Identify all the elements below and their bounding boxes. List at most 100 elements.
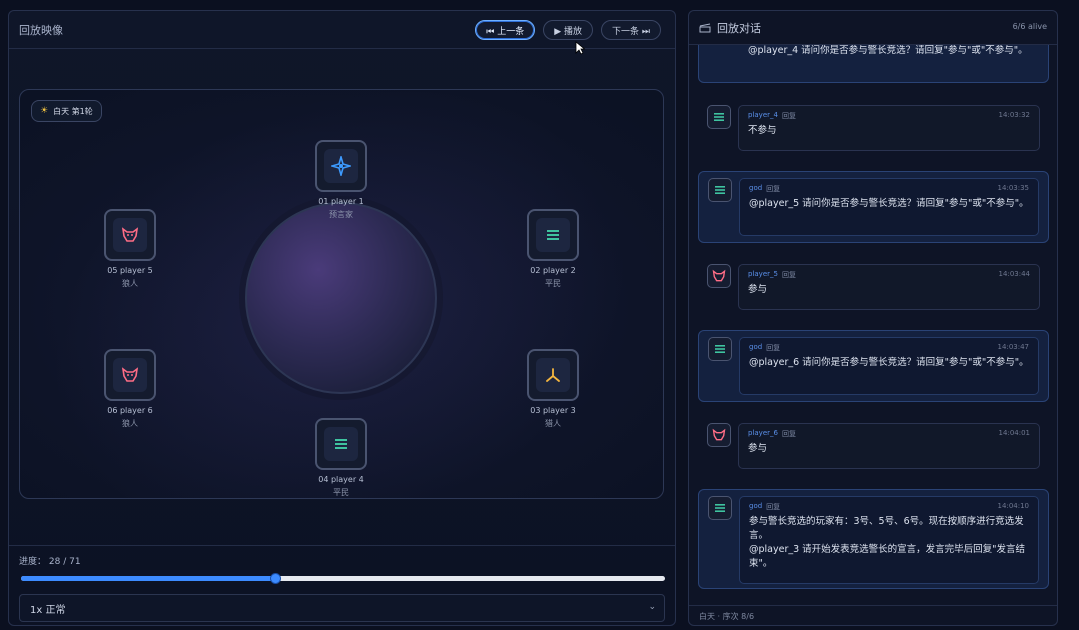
- sun-icon: ☀: [40, 106, 49, 116]
- next-step-button[interactable]: 下一条 ⏭: [601, 20, 661, 40]
- progress-label: 进度：: [19, 557, 47, 567]
- message-text: @player_5 请问你是否参与警长竞选？请回复"参与"或"不参与"。: [749, 198, 1029, 209]
- progress-fill: [21, 576, 275, 581]
- chat-panel: 回放对话 6/6 alive @player_4 请问你是否参与警长竞选？请回复…: [688, 10, 1058, 626]
- message-tag: 回复: [781, 112, 796, 120]
- seat-avatar: [104, 209, 156, 261]
- replay-nav: ⏮ 上一条 ▶ 播放 下一条 ⏭: [475, 20, 661, 40]
- play-button[interactable]: ▶ 播放: [543, 20, 594, 40]
- chat-message-god: @player_4 请问你是否参与警长竞选？请回复"参与"或"不参与"。: [698, 45, 1049, 83]
- message-text: 参与: [748, 284, 768, 295]
- message-text: 参与警长竞选的玩家有：3号、5号、6号。现在按顺序进行竞选发言。 @player…: [749, 516, 1026, 569]
- chat-message-player: player_6 回复 14:04:01 参与: [698, 421, 1049, 471]
- message-text: @player_6 请问你是否参与警长竞选？请回复"参与"或"不参与"。: [749, 357, 1029, 368]
- villager-lines-icon: [547, 230, 559, 240]
- chat-list[interactable]: @player_4 请问你是否参与警长竞选？请回复"参与"或"不参与"。 pla…: [689, 45, 1057, 593]
- avatar: [707, 423, 731, 447]
- replay-header: 回放映像 ⏮ 上一条 ▶ 播放 下一条 ⏭: [9, 11, 675, 55]
- message-meta: god 回复 14:04:10: [749, 502, 1029, 512]
- message-text: 参与: [748, 443, 768, 454]
- avatar: [707, 105, 731, 129]
- seat-name: 06 player 6: [107, 406, 153, 415]
- message-bubble: player_4 回复 14:03:32 不参与: [738, 105, 1040, 151]
- speed-select[interactable]: 1x 正常 ⌄: [19, 594, 665, 622]
- chat-message-god: god 回复 14:03:47 @player_6 请问你是否参与警长竞选？请回…: [698, 330, 1049, 402]
- seat-avatar: [527, 349, 579, 401]
- message-tag: 回复: [766, 344, 781, 352]
- replay-title: 回放映像: [19, 23, 63, 37]
- message-meta: god 回复 14:03:35: [749, 184, 1029, 194]
- message-meta: god 回复 14:03:47: [749, 343, 1029, 353]
- chevron-down-icon: ⌄: [648, 602, 656, 612]
- villager-lines-icon: [715, 504, 725, 512]
- message-sender: player_5: [748, 270, 778, 278]
- message-bubble: player_5 回复 14:03:44 参与: [738, 264, 1040, 310]
- message-meta: player_4 回复 14:03:32: [748, 111, 1030, 121]
- seat-player-4[interactable]: 04 player 4 平民: [291, 418, 391, 498]
- message-time: 14:04:10: [997, 502, 1029, 510]
- avatar: [708, 178, 732, 202]
- seat-role: 预言家: [329, 210, 353, 219]
- message-time: 14:03:47: [997, 343, 1029, 351]
- mouse-cursor-icon: [575, 41, 585, 55]
- wolf-mask-icon: [121, 227, 139, 242]
- chat-footer: 白天 · 序次 8/6: [689, 605, 1057, 625]
- chat-message-player: player_4 回复 14:03:32 不参与: [698, 103, 1049, 153]
- message-meta: player_6 回复 14:04:01: [748, 429, 1030, 439]
- progress-count: 28 / 71: [48, 557, 81, 567]
- chat-header: 回放对话 6/6 alive: [689, 11, 1057, 45]
- seat-role: 平民: [333, 488, 349, 497]
- message-time: 14:03:44: [998, 270, 1030, 278]
- message-sender: player_6: [748, 429, 778, 437]
- seat-name: 01 player 1: [318, 197, 364, 206]
- chat-message-player: player_5 回复 14:03:44 参与: [698, 262, 1049, 312]
- seat-avatar: [104, 349, 156, 401]
- message-bubble: god 回复 14:03:47 @player_6 请问你是否参与警长竞选？请回…: [739, 337, 1039, 395]
- progress-slider[interactable]: [21, 573, 665, 584]
- phase-label: 白天 第1轮: [53, 106, 93, 116]
- seat-role: 狼人: [122, 279, 138, 288]
- seat-player-3[interactable]: 03 player 3 猎人: [503, 349, 603, 429]
- message-tag: 回复: [766, 503, 781, 511]
- seat-role: 平民: [545, 279, 561, 288]
- message-tag: 回复: [781, 430, 796, 438]
- hunter-bow-icon: [546, 368, 560, 382]
- message-time: 14:04:01: [998, 429, 1030, 437]
- message-tag: 回复: [781, 271, 796, 279]
- seat-player-1[interactable]: 01 player 1 预言家: [291, 140, 391, 220]
- compass-star-icon: [331, 156, 351, 176]
- progress-readout: 进度： 28 / 71: [19, 554, 81, 567]
- seat-avatar: [315, 140, 367, 192]
- avatar: [708, 337, 732, 361]
- message-time: 14:03:32: [998, 111, 1030, 119]
- message-sender: player_4: [748, 111, 778, 119]
- villager-lines-icon: [335, 439, 347, 449]
- message-bubble: god 回复 14:03:35 @player_5 请问你是否参与警长竞选？请回…: [739, 178, 1039, 236]
- game-stage: ☀ 白天 第1轮 01 player 1 预言家 02 player 2 平民 …: [19, 89, 664, 499]
- prev-step-button[interactable]: ⏮ 上一条: [475, 20, 536, 40]
- seat-name: 02 player 2: [530, 266, 576, 275]
- seat-name: 03 player 3: [530, 406, 576, 415]
- message-sender: god: [749, 502, 763, 510]
- message-time: 14:03:35: [997, 184, 1029, 192]
- seat-role: 猎人: [545, 419, 561, 428]
- message-meta: player_5 回复 14:03:44: [748, 270, 1030, 280]
- phase-badge: ☀ 白天 第1轮: [31, 100, 102, 122]
- seat-player-5[interactable]: 05 player 5 狼人: [80, 209, 180, 289]
- replay-panel: 回放映像 ⏮ 上一条 ▶ 播放 下一条 ⏭ ☀ 白天 第1轮 01 player…: [8, 10, 676, 626]
- message-text: 不参与: [748, 125, 777, 136]
- villager-lines-icon: [715, 345, 725, 353]
- avatar: [708, 496, 732, 520]
- seat-player-2[interactable]: 02 player 2 平民: [503, 209, 603, 289]
- message-tag: 回复: [766, 185, 781, 193]
- progress-knob[interactable]: [269, 573, 281, 584]
- message-bubble: player_6 回复 14:04:01 参与: [738, 423, 1040, 469]
- seat-player-6[interactable]: 06 player 6 狼人: [80, 349, 180, 429]
- wolf-mask-icon: [121, 367, 139, 382]
- seat-name: 04 player 4: [318, 475, 364, 484]
- alive-count: 6/6 alive: [1012, 22, 1047, 31]
- seat-avatar: [527, 209, 579, 261]
- chat-message-god: god 回复 14:03:35 @player_5 请问你是否参与警长竞选？请回…: [698, 171, 1049, 243]
- seat-role: 狼人: [122, 419, 138, 428]
- chat-title: 回放对话: [717, 21, 761, 35]
